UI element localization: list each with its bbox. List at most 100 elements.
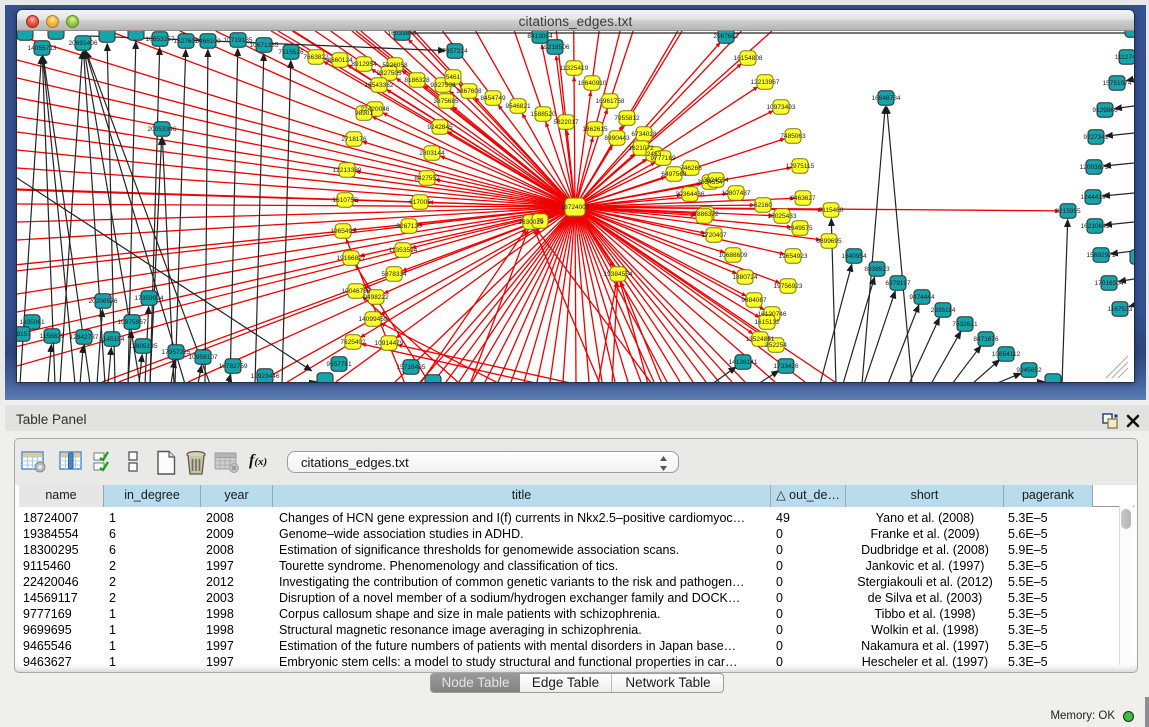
svg-text:9129966: 9129966 xyxy=(1092,107,1118,114)
svg-text:8660124: 8660124 xyxy=(327,57,353,64)
svg-text:8215955: 8215955 xyxy=(1055,208,1081,215)
svg-text:9463627: 9463627 xyxy=(790,195,816,202)
svg-text:8990443: 8990443 xyxy=(604,135,630,142)
svg-text:16961758: 16961758 xyxy=(596,98,625,105)
svg-text:18640910: 18640910 xyxy=(578,80,607,87)
svg-text:8454749: 8454749 xyxy=(480,95,506,102)
svg-text:10025433: 10025433 xyxy=(768,213,797,220)
svg-text:5226058: 5226058 xyxy=(382,62,408,69)
svg-text:9115460: 9115460 xyxy=(819,207,844,214)
svg-text:1880724: 1880724 xyxy=(732,274,758,281)
svg-text:9498222: 9498222 xyxy=(363,294,389,301)
svg-text:5461: 5461 xyxy=(446,74,461,81)
svg-text:15716485: 15716485 xyxy=(397,364,426,371)
svg-text:9546821: 9546821 xyxy=(505,103,531,110)
svg-text:19166827: 19166827 xyxy=(337,255,366,262)
svg-text:2803144: 2803144 xyxy=(419,150,445,157)
svg-text:8471676: 8471676 xyxy=(973,336,999,343)
svg-text:7625402: 7625402 xyxy=(340,339,366,346)
svg-text:11325419: 11325419 xyxy=(560,65,589,72)
svg-text:2867608: 2867608 xyxy=(456,88,482,95)
svg-text:19654923: 19654923 xyxy=(779,253,808,260)
svg-text:14055713: 14055713 xyxy=(28,45,57,52)
svg-text:16120746: 16120746 xyxy=(758,311,787,318)
svg-text:9227342: 9227342 xyxy=(1083,134,1109,141)
svg-text:17957225: 17957225 xyxy=(162,349,191,356)
svg-text:7632621: 7632621 xyxy=(952,321,978,328)
svg-text:1733426: 1733426 xyxy=(773,363,799,370)
svg-text:17359924: 17359924 xyxy=(135,295,164,302)
svg-text:12975115: 12975115 xyxy=(786,163,815,170)
svg-text:10973493: 10973493 xyxy=(767,104,796,111)
svg-text:19218506: 19218506 xyxy=(541,44,570,51)
svg-text:3824554: 3824554 xyxy=(703,177,729,184)
svg-text:15751074: 15751074 xyxy=(1103,80,1132,87)
svg-text:10653257: 10653257 xyxy=(146,36,175,43)
svg-text:7485063: 7485063 xyxy=(780,133,806,140)
svg-text:75: 75 xyxy=(536,218,544,225)
svg-text:6466100: 6466100 xyxy=(195,38,221,45)
svg-text:62160: 62160 xyxy=(754,202,772,209)
svg-text:9474444: 9474444 xyxy=(909,294,935,301)
svg-text:20691406: 20691406 xyxy=(69,40,98,47)
svg-text:10975867: 10975867 xyxy=(118,319,147,326)
svg-text:9657791: 9657791 xyxy=(326,361,352,368)
svg-text:6899695: 6899695 xyxy=(816,238,842,245)
svg-text:1615132: 1615132 xyxy=(754,319,780,326)
svg-text:10671385: 10671385 xyxy=(250,42,279,49)
svg-text:12213967: 12213967 xyxy=(751,79,780,86)
svg-text:1835061: 1835061 xyxy=(19,319,45,326)
svg-text:1965493: 1965493 xyxy=(330,228,356,235)
svg-text:16782759: 16782759 xyxy=(219,363,248,370)
svg-text:16210643: 16210643 xyxy=(1081,223,1110,230)
svg-text:8938923: 8938923 xyxy=(864,266,890,273)
svg-text:2718176: 2718176 xyxy=(341,136,367,143)
svg-text:9327508: 9327508 xyxy=(430,82,456,89)
svg-text:12942737: 12942737 xyxy=(70,334,99,341)
svg-text:2087682: 2087682 xyxy=(713,33,739,40)
svg-text:20206576: 20206576 xyxy=(89,298,118,305)
svg-text:15692971: 15692971 xyxy=(1087,252,1116,259)
svg-text:9327505: 9327505 xyxy=(376,70,402,77)
svg-text:12093873: 12093873 xyxy=(1080,164,1109,171)
svg-text:10688609: 10688609 xyxy=(719,252,748,259)
svg-text:5878334: 5878334 xyxy=(381,271,407,278)
svg-text:16033809: 16033809 xyxy=(388,31,417,37)
svg-text:3267130: 3267130 xyxy=(396,223,422,230)
svg-text:18724007: 18724007 xyxy=(561,204,590,211)
svg-text:1362615: 1362615 xyxy=(582,126,608,133)
svg-text:16648784: 16648784 xyxy=(872,95,901,102)
svg-text:10654112: 10654112 xyxy=(992,351,1021,358)
svg-text:1640954: 1640954 xyxy=(841,253,867,260)
svg-text:14099459: 14099459 xyxy=(359,316,388,323)
svg-text:20364436: 20364436 xyxy=(676,191,705,198)
svg-text:9245652: 9245652 xyxy=(1016,367,1042,374)
svg-text:7955812: 7955812 xyxy=(614,115,640,122)
svg-text:98901: 98901 xyxy=(355,110,373,117)
svg-text:8427552: 8427552 xyxy=(414,175,440,182)
svg-text:8186328: 8186328 xyxy=(404,77,430,84)
svg-text:1244419: 1244419 xyxy=(1080,194,1106,201)
svg-text:10914479: 10914479 xyxy=(375,340,404,347)
svg-text:16154808: 16154808 xyxy=(734,55,763,62)
svg-text:17016504: 17016504 xyxy=(1095,280,1124,287)
svg-text:1349575: 1349575 xyxy=(787,225,813,232)
svg-text:39157: 39157 xyxy=(17,331,31,338)
svg-text:10719185: 10719185 xyxy=(224,37,253,44)
svg-text:617006: 617006 xyxy=(409,199,431,206)
svg-text:1720407: 1720407 xyxy=(701,232,727,239)
svg-text:8813054: 8813054 xyxy=(527,33,553,40)
svg-text:1156829: 1156829 xyxy=(40,333,65,340)
svg-text:14136141: 14136141 xyxy=(729,359,758,366)
svg-text:2935114: 2935114 xyxy=(931,307,956,314)
svg-text:1588520: 1588520 xyxy=(530,111,556,118)
svg-text:16543362: 16543362 xyxy=(365,82,394,89)
svg-text:5822017: 5822017 xyxy=(553,119,579,126)
svg-text:19756923: 19756923 xyxy=(774,283,803,290)
svg-text:20053346: 20053346 xyxy=(148,126,177,133)
svg-text:1145194: 1145194 xyxy=(100,336,125,343)
svg-text:1167533: 1167533 xyxy=(1108,306,1133,313)
svg-text:9777169: 9777169 xyxy=(650,155,676,162)
svg-text:12213389: 12213389 xyxy=(333,167,362,174)
svg-text:7357224: 7357224 xyxy=(442,48,468,55)
